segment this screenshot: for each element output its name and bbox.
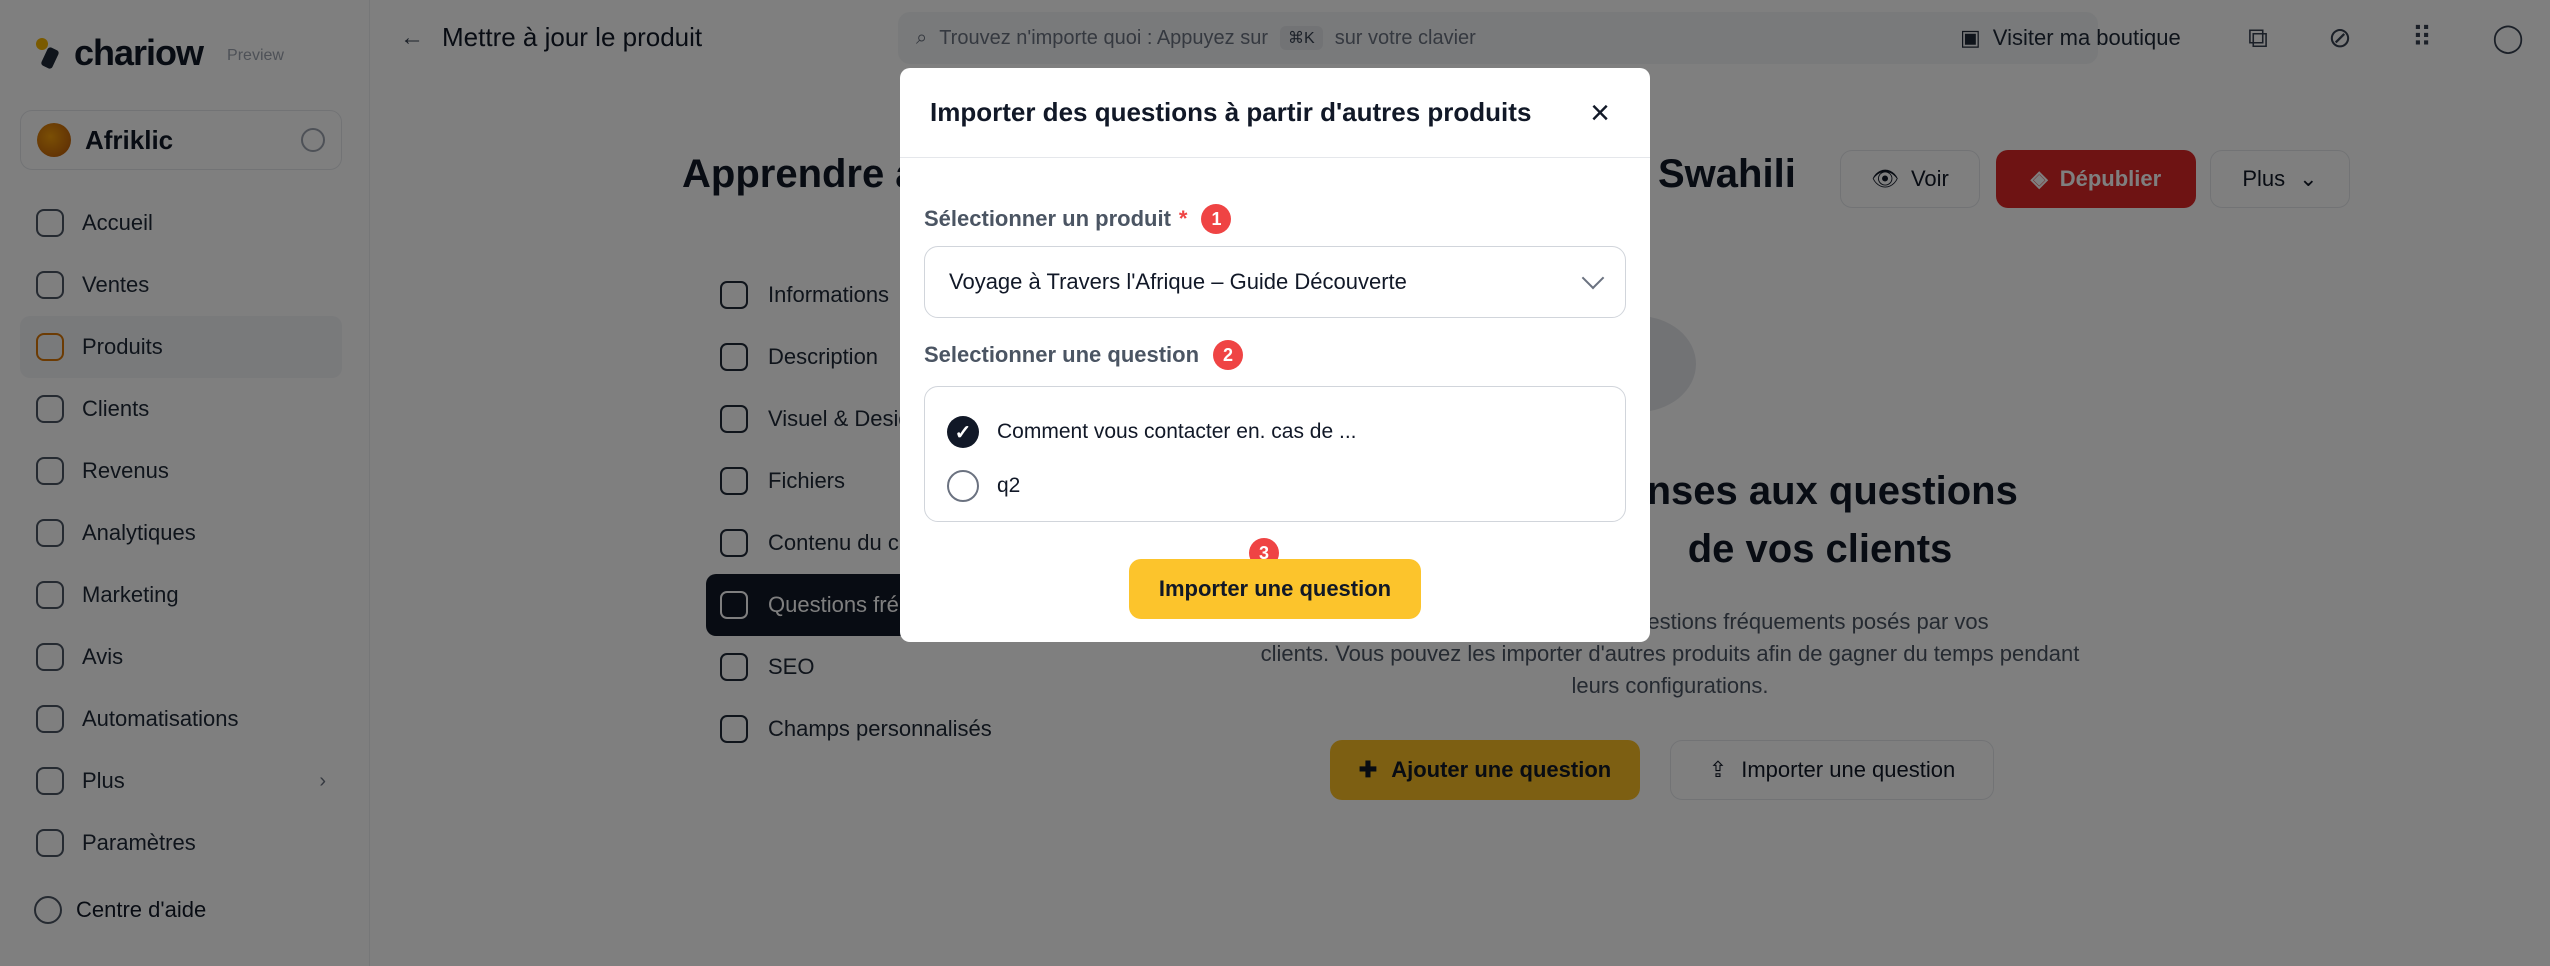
product-select[interactable]: Voyage à Travers l'Afrique – Guide Décou… xyxy=(924,246,1626,318)
question-option-label: q2 xyxy=(997,474,1021,497)
required-mark: * xyxy=(1178,206,1188,231)
question-list: ✓ Comment vous contacter en. cas de ... … xyxy=(924,386,1626,522)
product-label-text: Sélectionner un produit xyxy=(924,206,1171,231)
question-option[interactable]: ✓ Comment vous contacter en. cas de ... xyxy=(947,405,1603,459)
close-icon[interactable]: × xyxy=(1580,93,1620,133)
question-label-text: Selectionner une question xyxy=(924,342,1200,367)
modal-title: Importer des questions à partir d'autres… xyxy=(930,97,1532,127)
product-field-label: Sélectionner un produit * 1 xyxy=(924,204,1232,234)
unchecked-circle-icon[interactable] xyxy=(947,470,979,502)
question-option[interactable]: q2 xyxy=(947,459,1603,513)
checked-circle-icon[interactable]: ✓ xyxy=(947,416,979,448)
question-option-label: Comment vous contacter en. cas de ... xyxy=(997,420,1357,443)
import-question-button[interactable]: Importer une question xyxy=(1129,559,1421,619)
step-badge-2: 2 xyxy=(1213,340,1244,370)
step-badge-1: 1 xyxy=(1201,204,1232,234)
import-questions-modal: Importer des questions à partir d'autres… xyxy=(900,68,1650,642)
chevron-down-icon xyxy=(1581,266,1605,290)
modal-header: Importer des questions à partir d'autres… xyxy=(900,68,1650,158)
product-select-value: Voyage à Travers l'Afrique – Guide Décou… xyxy=(949,269,1407,294)
question-field-label: Selectionner une question 2 xyxy=(924,340,1244,370)
